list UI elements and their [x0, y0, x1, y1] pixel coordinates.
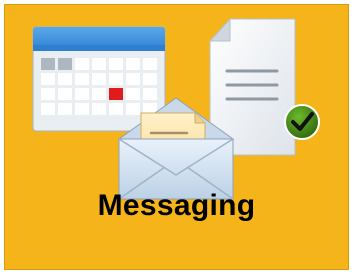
tile-label: Messaging	[97, 189, 256, 222]
check-badge-icon	[284, 104, 320, 140]
messaging-illustration	[32, 17, 320, 200]
messaging-tile[interactable]: Messaging	[4, 4, 349, 270]
